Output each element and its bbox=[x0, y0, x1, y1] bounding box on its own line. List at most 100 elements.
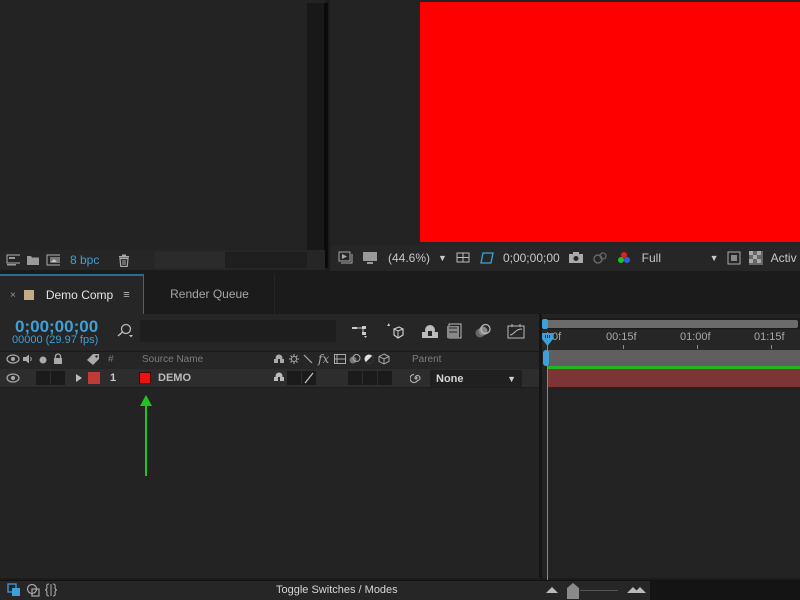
panel-menu-icon[interactable]: ≡ bbox=[123, 289, 129, 301]
chevron-down-icon: ▼ bbox=[438, 253, 447, 263]
transfer-controls-pane-icon[interactable] bbox=[26, 583, 40, 597]
solo-dot-icon[interactable] bbox=[39, 355, 47, 367]
zoom-slider-track[interactable] bbox=[580, 590, 618, 591]
resolution-dropdown[interactable]: Full bbox=[642, 251, 710, 265]
annotation-arrow bbox=[138, 394, 154, 478]
layer-duration-bar[interactable] bbox=[548, 369, 800, 387]
time-navigator-start-handle[interactable] bbox=[542, 319, 548, 329]
new-composition-icon[interactable] bbox=[46, 254, 60, 266]
magnification-value: (44.6%) bbox=[388, 251, 431, 265]
layer-switches-pane-icon[interactable] bbox=[7, 583, 21, 597]
parent-dropdown[interactable]: None ▼ bbox=[430, 370, 522, 387]
chevron-down-icon: ▼ bbox=[507, 373, 516, 384]
search-icon[interactable] bbox=[116, 322, 134, 340]
video-eye-icon[interactable] bbox=[6, 354, 20, 367]
parent-pickwhip-icon[interactable] bbox=[409, 372, 422, 387]
effects-switch-icon: fx bbox=[318, 352, 330, 366]
panel-divider[interactable] bbox=[324, 3, 328, 268]
expand-triangle-icon[interactable] bbox=[75, 373, 83, 386]
trash-icon[interactable] bbox=[117, 254, 131, 267]
source-name-column-header[interactable]: Source Name bbox=[142, 354, 203, 365]
quality-switch[interactable] bbox=[302, 371, 316, 385]
magnification-dropdown[interactable]: (44.6%) ▼ bbox=[388, 251, 447, 265]
number-column-header[interactable]: # bbox=[108, 354, 114, 365]
solid-source-swatch bbox=[139, 372, 151, 384]
quality-switch-icon bbox=[303, 354, 313, 367]
video-visibility-toggle[interactable] bbox=[6, 373, 20, 386]
camera-dropdown[interactable]: Activ bbox=[771, 251, 797, 265]
layer-column-header bbox=[0, 351, 540, 369]
zoom-out-icon[interactable] bbox=[546, 585, 560, 599]
footer-spacer bbox=[225, 252, 307, 268]
ruler-label: 01:15f bbox=[754, 331, 785, 343]
time-navigator-bar[interactable] bbox=[546, 320, 798, 328]
zoom-in-icon[interactable] bbox=[627, 585, 647, 599]
color-channels-icon[interactable] bbox=[616, 251, 634, 265]
comp-color-swatch bbox=[23, 290, 34, 300]
frame-blend-switch[interactable] bbox=[348, 371, 362, 385]
collapse-transform-switch[interactable] bbox=[287, 371, 301, 385]
shy-switch-icon bbox=[273, 354, 285, 367]
ruler-label: 0f bbox=[552, 331, 562, 343]
tab-label: Demo Comp bbox=[45, 288, 114, 302]
always-preview-icon[interactable] bbox=[338, 251, 354, 265]
project-scrollbar[interactable] bbox=[307, 3, 325, 251]
toggle-switches-modes-button[interactable]: Toggle Switches / Modes bbox=[276, 584, 398, 596]
lock-icon[interactable] bbox=[53, 353, 63, 368]
viewer-footer: (44.6%) ▼ 0;00;00;00 Full ▼ Activ bbox=[330, 245, 800, 271]
monitor-icon[interactable] bbox=[362, 251, 378, 265]
layer-name[interactable]: DEMO bbox=[158, 372, 191, 384]
motion-blur-switch-icon bbox=[349, 354, 361, 367]
close-icon[interactable]: × bbox=[10, 290, 16, 301]
frame-rate-info: 00000 (29.97 fps) bbox=[12, 334, 99, 346]
ruler-label: 00:15f bbox=[606, 331, 637, 343]
lock-switch[interactable] bbox=[51, 371, 65, 385]
work-area-bar[interactable] bbox=[546, 350, 800, 366]
current-time-display[interactable]: 0;00;00;00 bbox=[503, 251, 560, 265]
grid-guides-icon[interactable] bbox=[455, 251, 471, 265]
collapse-transform-icon bbox=[289, 354, 299, 367]
adjustment-layer-icon bbox=[364, 354, 374, 367]
draft-3d-icon[interactable] bbox=[386, 322, 404, 340]
ruler-tick bbox=[697, 345, 698, 349]
work-area-start-handle[interactable] bbox=[543, 350, 549, 366]
layer-number: 1 bbox=[110, 372, 117, 384]
graph-editor-icon[interactable] bbox=[507, 322, 525, 340]
ruler-label: 01:00f bbox=[680, 331, 711, 343]
interpret-footage-icon[interactable] bbox=[6, 254, 20, 266]
composition-flowchart-icon[interactable] bbox=[351, 322, 369, 340]
bottom-bar-spacer bbox=[650, 581, 800, 600]
layer-search-input[interactable] bbox=[140, 320, 336, 342]
chevron-down-icon[interactable]: ▼ bbox=[710, 253, 719, 263]
motion-blur-switch[interactable] bbox=[363, 371, 377, 385]
label-tag-icon[interactable] bbox=[86, 353, 100, 368]
tab-render-queue[interactable]: Render Queue bbox=[145, 274, 275, 314]
composition-canvas[interactable] bbox=[420, 2, 800, 242]
ruler-tick bbox=[623, 345, 624, 349]
snapshot-icon[interactable] bbox=[568, 251, 584, 265]
current-time-indicator-line[interactable] bbox=[547, 332, 548, 580]
parent-column-header[interactable]: Parent bbox=[412, 354, 441, 365]
shy-switch[interactable] bbox=[273, 372, 285, 385]
motion-blur-icon[interactable] bbox=[474, 322, 492, 340]
frame-blending-icon[interactable] bbox=[446, 322, 464, 340]
timeline-pane-divider[interactable] bbox=[539, 314, 542, 578]
after-effects-window: 8 bpc (44.6%) ▼ 0;00;00;00 Full ▼ Activ … bbox=[0, 0, 800, 600]
audio-speaker-icon[interactable] bbox=[22, 354, 34, 367]
parent-value: None bbox=[436, 372, 464, 385]
region-of-interest-icon[interactable] bbox=[727, 251, 741, 265]
transparency-grid-icon[interactable] bbox=[748, 251, 763, 265]
in-out-duration-pane-icon[interactable] bbox=[44, 583, 58, 597]
adjustment-layer-switch[interactable] bbox=[378, 371, 392, 385]
tab-demo-comp[interactable]: × Demo Comp ≡ bbox=[0, 274, 144, 314]
shy-layers-icon[interactable] bbox=[421, 322, 439, 340]
bit-depth-button[interactable]: 8 bpc bbox=[70, 253, 99, 267]
solo-switch[interactable] bbox=[36, 371, 50, 385]
project-panel bbox=[0, 0, 325, 270]
layer-label-color[interactable] bbox=[88, 372, 100, 384]
zoom-slider-thumb[interactable] bbox=[567, 583, 579, 600]
current-time-indicator-head[interactable] bbox=[542, 333, 553, 346]
show-snapshot-icon[interactable] bbox=[592, 251, 608, 265]
mask-visibility-icon[interactable] bbox=[479, 251, 495, 265]
new-folder-icon[interactable] bbox=[26, 254, 40, 266]
